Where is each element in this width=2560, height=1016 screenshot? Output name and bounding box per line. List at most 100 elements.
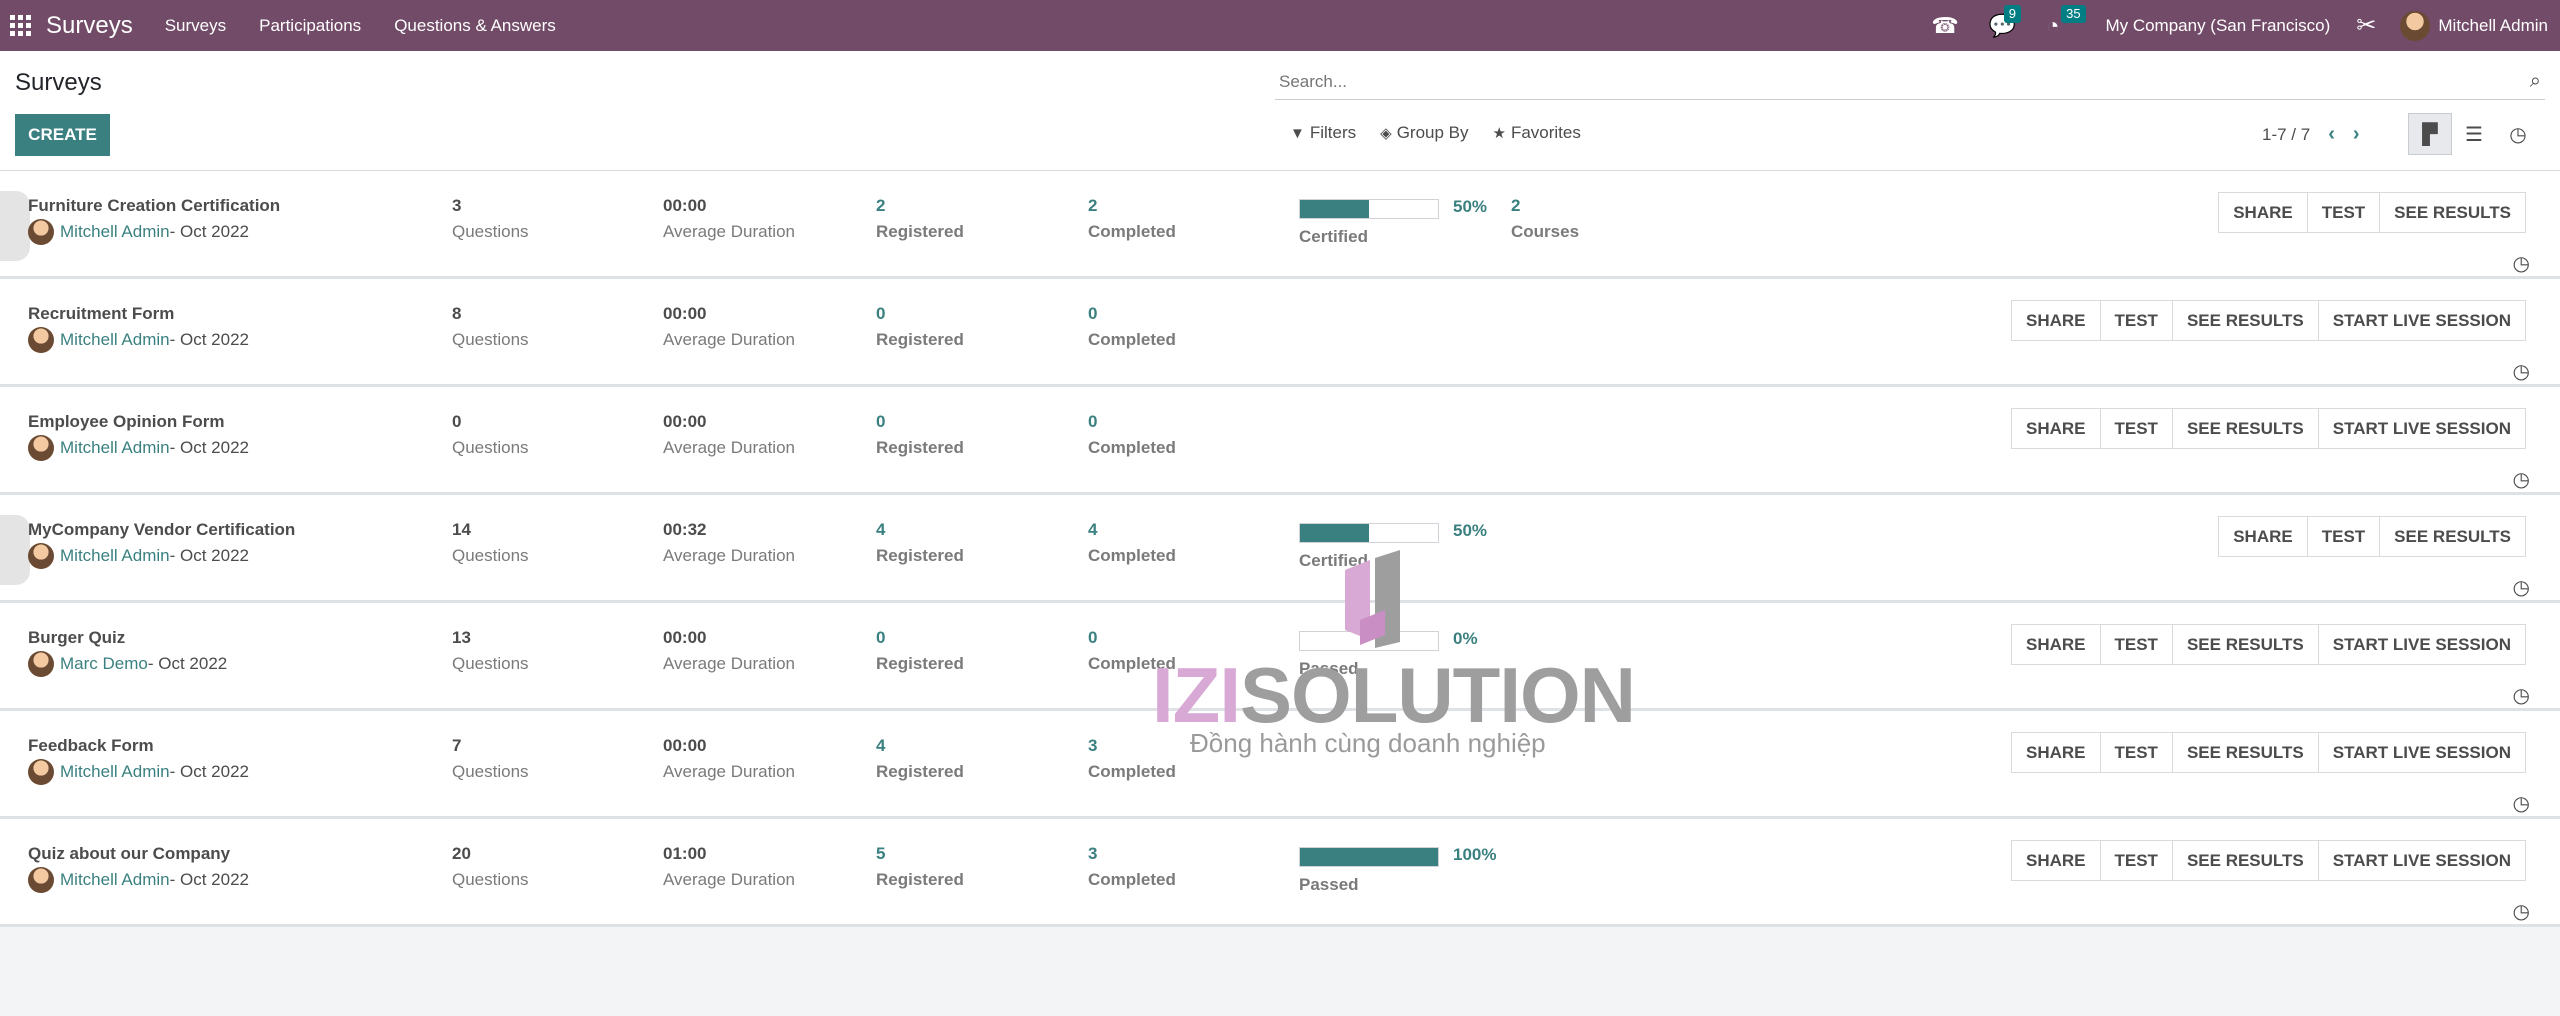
questions-stat[interactable]: 20 Questions (452, 844, 529, 890)
start-live-session-button[interactable]: START LIVE SESSION (2317, 300, 2526, 341)
author-name[interactable]: Mitchell Admin (60, 330, 170, 350)
survey-row[interactable]: Employee Opinion Form Mitchell Admin - Oc… (0, 387, 2560, 495)
menu-questions-answers[interactable]: Questions & Answers (394, 16, 556, 36)
test-button[interactable]: TEST (2099, 300, 2173, 341)
survey-title[interactable]: Recruitment Form (28, 304, 174, 324)
pager-previous-icon[interactable]: ‹ (2328, 123, 2335, 146)
debug-tools-icon[interactable]: ✂ (2356, 11, 2376, 40)
registered-stat[interactable]: 0 Registered (876, 412, 964, 458)
completed-stat[interactable]: 0 Completed (1088, 304, 1176, 350)
questions-stat[interactable]: 3 Questions (452, 196, 529, 242)
start-live-session-button[interactable]: START LIVE SESSION (2317, 408, 2526, 449)
survey-title[interactable]: Employee Opinion Form (28, 412, 224, 432)
share-button[interactable]: SHARE (2010, 300, 2101, 341)
group-by-dropdown[interactable]: ◈ Group By (1380, 123, 1468, 143)
registered-stat[interactable]: 0 Registered (876, 628, 964, 674)
registered-stat[interactable]: 0 Registered (876, 304, 964, 350)
activity-clock-icon[interactable]: ◷ (2513, 359, 2530, 384)
author-name[interactable]: Mitchell Admin (60, 546, 170, 566)
author-name[interactable]: Marc Demo (60, 654, 148, 674)
share-button[interactable]: SHARE (2218, 192, 2308, 233)
share-button[interactable]: SHARE (2010, 840, 2101, 881)
survey-author: Mitchell Admin - Oct 2022 (28, 327, 249, 353)
author-name[interactable]: Mitchell Admin (60, 870, 170, 890)
kanban-view-icon[interactable]: ▛ (2408, 113, 2452, 155)
phone-icon[interactable]: ☎ (1931, 13, 1958, 39)
see-results-button[interactable]: SEE RESULTS (2171, 840, 2319, 881)
see-results-button[interactable]: SEE RESULTS (2379, 192, 2526, 233)
survey-title[interactable]: MyCompany Vendor Certification (28, 520, 295, 540)
apps-menu-icon[interactable] (10, 14, 32, 37)
author-name[interactable]: Mitchell Admin (60, 762, 170, 782)
search-icon[interactable]: ⌕ (2530, 70, 2541, 93)
survey-title[interactable]: Feedback Form (28, 736, 154, 756)
completed-stat[interactable]: 3 Completed (1088, 736, 1176, 782)
activity-clock-icon[interactable]: ◷ (2513, 251, 2530, 276)
test-button[interactable]: TEST (2099, 408, 2173, 449)
list-view-icon[interactable]: ☰ (2452, 113, 2496, 155)
registered-stat[interactable]: 2 Registered (876, 196, 964, 242)
completed-stat[interactable]: 2 Completed (1088, 196, 1176, 242)
share-button[interactable]: SHARE (2010, 732, 2101, 773)
share-button[interactable]: SHARE (2218, 516, 2308, 557)
messages-icon[interactable]: 💬 9 (1989, 4, 2021, 39)
activity-clock-icon[interactable]: ◷ (2513, 791, 2530, 816)
activity-clock-icon[interactable]: ◷ (2513, 467, 2530, 492)
survey-title[interactable]: Furniture Creation Certification (28, 196, 280, 216)
registered-stat[interactable]: 4 Registered (876, 520, 964, 566)
survey-row[interactable]: Burger Quiz Marc Demo - Oct 2022 13 Questio… (0, 603, 2560, 711)
questions-stat[interactable]: 14 Questions (452, 520, 529, 566)
pager-value[interactable]: 1-7 / 7 (2262, 125, 2310, 145)
registered-stat[interactable]: 5 Registered (876, 844, 964, 890)
share-button[interactable]: SHARE (2010, 408, 2101, 449)
survey-row[interactable]: Quiz about our Company Mitchell Admin - O… (0, 819, 2560, 927)
test-button[interactable]: TEST (2306, 516, 2381, 557)
questions-stat[interactable]: 8 Questions (452, 304, 529, 350)
see-results-button[interactable]: SEE RESULTS (2171, 624, 2319, 665)
user-menu[interactable]: Mitchell Admin (2400, 10, 2548, 41)
menu-participations[interactable]: Participations (259, 16, 361, 36)
survey-row[interactable]: MyCompany Vendor Certification Mitchell A… (0, 495, 2560, 603)
survey-row[interactable]: Furniture Creation Certification Mitchell… (0, 171, 2560, 279)
registered-stat[interactable]: 4 Registered (876, 736, 964, 782)
author-name[interactable]: Mitchell Admin (60, 438, 170, 458)
start-live-session-button[interactable]: START LIVE SESSION (2317, 840, 2526, 881)
survey-row[interactable]: Feedback Form Mitchell Admin - Oct 2022 7 Q… (0, 711, 2560, 819)
share-button[interactable]: SHARE (2010, 624, 2101, 665)
filters-dropdown[interactable]: ▼ Filters (1290, 123, 1356, 143)
activity-clock-icon[interactable]: ◷ (2513, 899, 2530, 924)
questions-stat[interactable]: 7 Questions (452, 736, 529, 782)
company-switcher[interactable]: My Company (San Francisco) (2105, 16, 2330, 36)
activity-view-icon[interactable]: ◷ (2496, 113, 2540, 155)
questions-stat[interactable]: 13 Questions (452, 628, 529, 674)
test-button[interactable]: TEST (2099, 624, 2173, 665)
create-button[interactable]: CREATE (15, 114, 110, 156)
see-results-button[interactable]: SEE RESULTS (2171, 732, 2319, 773)
see-results-button[interactable]: SEE RESULTS (2171, 300, 2319, 341)
see-results-button[interactable]: SEE RESULTS (2171, 408, 2319, 449)
activity-clock-icon[interactable]: ◷ (2513, 683, 2530, 708)
completed-stat[interactable]: 4 Completed (1088, 520, 1176, 566)
survey-row[interactable]: Recruitment Form Mitchell Admin - Oct 202… (0, 279, 2560, 387)
menu-surveys[interactable]: Surveys (165, 16, 226, 36)
search-input[interactable] (1275, 71, 2530, 92)
start-live-session-button[interactable]: START LIVE SESSION (2317, 732, 2526, 773)
pager-next-icon[interactable]: › (2353, 123, 2360, 146)
test-button[interactable]: TEST (2099, 732, 2173, 773)
survey-title[interactable]: Burger Quiz (28, 628, 125, 648)
completed-stat[interactable]: 3 Completed (1088, 844, 1176, 890)
see-results-button[interactable]: SEE RESULTS (2379, 516, 2526, 557)
activities-icon[interactable]: ◔ 35 (2046, 4, 2086, 39)
favorites-dropdown[interactable]: ★ Favorites (1493, 123, 1581, 143)
start-live-session-button[interactable]: START LIVE SESSION (2317, 624, 2526, 665)
courses-stat[interactable]: 2 Courses (1511, 196, 1579, 242)
test-button[interactable]: TEST (2099, 840, 2173, 881)
completed-stat[interactable]: 0 Completed (1088, 412, 1176, 458)
completed-stat[interactable]: 0 Completed (1088, 628, 1176, 674)
activity-clock-icon[interactable]: ◷ (2513, 575, 2530, 600)
app-brand[interactable]: Surveys (46, 12, 133, 40)
survey-title[interactable]: Quiz about our Company (28, 844, 230, 864)
author-name[interactable]: Mitchell Admin (60, 222, 170, 242)
questions-stat[interactable]: 0 Questions (452, 412, 529, 458)
test-button[interactable]: TEST (2306, 192, 2381, 233)
